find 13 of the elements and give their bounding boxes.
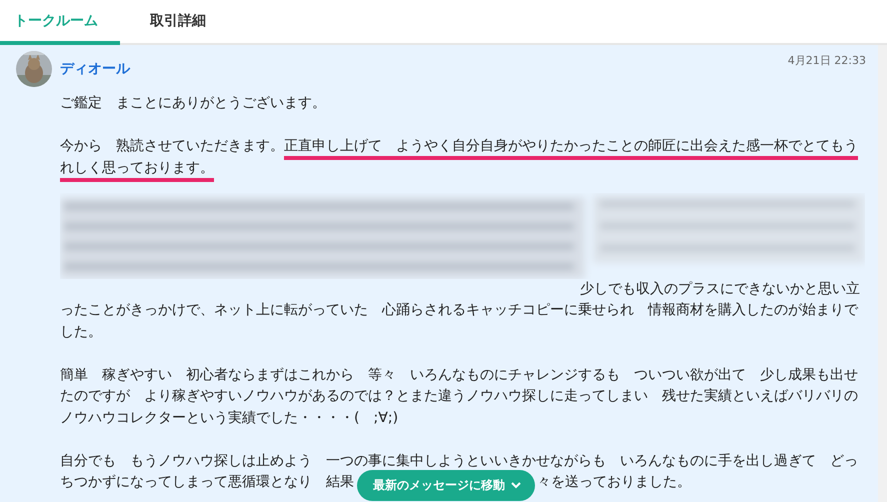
message-time: 4月21日 22:33 (788, 53, 866, 68)
message-paragraph: 少しでも収入のプラスにできないかと思い立ったことがきっかけで、ネット上に転がっていた 心踊らされるキャッチコピーに乗せられ 情報商材を購入したのが始まりでした。 (60, 280, 861, 342)
message-paragraph: ご鑑定 まことにありがとうございます。 (60, 94, 327, 113)
jump-to-latest-button[interactable]: 最新のメッセージに移動 (357, 470, 535, 502)
message-paragraph: 今から 熟読させていただきます。正直申し上げて ようやく自分自身がやりたかったことの師匠に出会えた感一杯でとてもうれしく思っております。 (60, 137, 859, 178)
message-text-line: 々を送っておりました。 (537, 473, 691, 492)
tab[interactable]: 取引詳細 (120, 0, 236, 45)
chevron-down-icon (511, 482, 521, 490)
message-text-line: 自分でも もうノウハウ探しは止めよう 一つの事に集中しようといいきかせながらも いろんなものに手を出し過ぎて どっ (60, 452, 859, 470)
author-name[interactable]: ディオール (60, 60, 130, 78)
message-paragraph: 簡単 稼ぎやすい 初心者ならまずはこれから 等々 いろんなものにチャレンジするも ついつい欲が出て 少し成果も出せたのですが より稼ぎやすいノウハウがあるのでは？とまた違うノウハウ探しに走ってしまい 残せた実績といえばバリバリのノウハウコレクターという実績でした・・・・( ;∀;) (60, 366, 859, 428)
message-text-line: ちつかずになってしまって悪循環となり 結果 (60, 473, 354, 492)
scrollbar[interactable] (878, 45, 887, 502)
